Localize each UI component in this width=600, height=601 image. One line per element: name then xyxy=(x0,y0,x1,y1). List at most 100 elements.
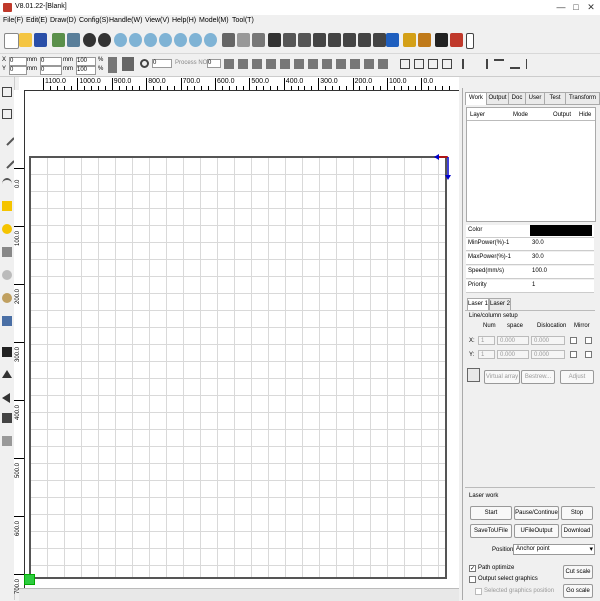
zoom-out-icon[interactable] xyxy=(129,33,142,47)
array-y-mirror-v-check[interactable] xyxy=(585,351,592,358)
align-vcenter-icon[interactable] xyxy=(378,59,388,69)
tab-transform[interactable]: Transform xyxy=(565,92,600,105)
array-x-space[interactable]: 0.000 xyxy=(497,336,529,345)
same-width-icon[interactable] xyxy=(252,59,262,69)
export-icon[interactable] xyxy=(67,33,80,47)
redo-icon[interactable] xyxy=(98,33,111,47)
array-y-mirror-h-check[interactable] xyxy=(570,351,577,358)
light-icon[interactable] xyxy=(403,33,416,47)
draw-line-icon[interactable] xyxy=(450,33,463,47)
corner-top-right-icon[interactable] xyxy=(414,59,424,69)
corner-bottom-right-icon[interactable] xyxy=(442,59,452,69)
speed-value[interactable]: 100.0 xyxy=(530,266,592,277)
array-y-dislocation[interactable]: 0.000 xyxy=(531,350,565,359)
distribute-v-icon[interactable] xyxy=(238,59,248,69)
polyline-tool-icon[interactable] xyxy=(0,153,15,169)
zoom-in-icon[interactable] xyxy=(114,33,127,47)
horizontal-scrollbar[interactable] xyxy=(19,588,459,601)
maxpower-value[interactable]: 30.0 xyxy=(530,252,592,263)
line-tool-icon[interactable] xyxy=(0,130,15,146)
ellipse-tool-icon[interactable] xyxy=(2,224,12,234)
y-input[interactable]: 0 xyxy=(9,66,27,75)
lock-ratio-icon[interactable] xyxy=(108,57,117,73)
position-select[interactable]: Anchor point ▾ xyxy=(513,544,595,555)
corner-top-left-icon[interactable] xyxy=(400,59,410,69)
layer-table[interactable]: Layer Mode Output Hide xyxy=(466,107,596,222)
zoom-select-icon[interactable] xyxy=(159,33,172,47)
corner-bottom-left-icon[interactable] xyxy=(428,59,438,69)
mirror-v-icon[interactable] xyxy=(358,33,371,47)
menu-config[interactable]: Config(S) xyxy=(79,17,109,24)
pause-continue-button[interactable]: Pause/Continue xyxy=(514,506,559,520)
align-right-icon[interactable] xyxy=(322,59,332,69)
flip-up-icon[interactable] xyxy=(2,370,12,378)
ungroup-icon[interactable] xyxy=(328,33,341,47)
pan-icon[interactable] xyxy=(204,33,217,47)
ruler-icon[interactable] xyxy=(466,33,474,49)
align-top-icon[interactable] xyxy=(336,59,346,69)
array-x-num[interactable]: 1 xyxy=(478,336,495,345)
menu-view[interactable]: View(V) xyxy=(145,17,169,24)
height-input[interactable]: 0 xyxy=(40,66,62,75)
array-x-mirror-v-check[interactable] xyxy=(585,337,592,344)
import-icon[interactable] xyxy=(52,33,65,47)
array-y-num[interactable]: 1 xyxy=(478,350,495,359)
tab-work[interactable]: Work xyxy=(465,92,487,105)
close-button[interactable]: ✕ xyxy=(584,2,598,12)
point-tool-icon[interactable] xyxy=(2,270,12,280)
go-scale-button[interactable]: Go scale xyxy=(563,584,593,598)
download-button[interactable]: Download xyxy=(561,524,593,538)
stop-button[interactable]: Stop xyxy=(561,506,593,520)
minimize-button[interactable]: — xyxy=(554,2,568,12)
align-to-right-icon[interactable] xyxy=(478,59,488,69)
save-to-ufile-button[interactable]: SaveToUFile xyxy=(470,524,512,538)
distribute-h-icon[interactable] xyxy=(224,59,234,69)
array-grid-icon[interactable] xyxy=(467,368,480,382)
array-x-dislocation[interactable]: 0.000 xyxy=(531,336,565,345)
align-to-bottom-icon[interactable] xyxy=(510,59,520,69)
pen-icon[interactable] xyxy=(252,33,265,47)
zoom-page-icon[interactable] xyxy=(144,33,157,47)
scale-y-input[interactable]: 100 xyxy=(76,66,96,75)
text-tool-icon[interactable] xyxy=(2,247,12,257)
save-icon[interactable] xyxy=(34,33,47,47)
menu-draw[interactable]: Draw(D) xyxy=(50,17,76,24)
path-optimize-checkbox[interactable]: ✓ xyxy=(469,565,476,572)
undo-icon[interactable] xyxy=(83,33,96,47)
tab-user[interactable]: User xyxy=(525,92,545,105)
tab-output[interactable]: Output xyxy=(486,92,509,105)
color-swatch[interactable] xyxy=(530,225,592,236)
rectangle-tool-icon[interactable] xyxy=(2,201,12,211)
scale-x-input[interactable]: 100 xyxy=(76,57,96,66)
adjust-button[interactable]: Adjust xyxy=(560,370,594,384)
node-icon[interactable] xyxy=(237,33,250,47)
virtual-array-button[interactable]: Virtual array xyxy=(484,370,520,384)
zoom-all-icon[interactable] xyxy=(174,33,187,47)
work-area-grid[interactable] xyxy=(29,156,447,579)
group-icon[interactable] xyxy=(313,33,326,47)
align-hcenter-icon[interactable] xyxy=(364,59,374,69)
menu-handle[interactable]: Handle(W) xyxy=(109,17,142,24)
size-apply-icon[interactable] xyxy=(122,57,134,71)
minpower-value[interactable]: 30.0 xyxy=(530,238,592,249)
priority-value[interactable]: 1 xyxy=(530,280,592,291)
array-x-mirror-h-check[interactable] xyxy=(570,337,577,344)
ufile-output-button[interactable]: UFileOutput xyxy=(514,524,559,538)
array-tool-icon[interactable] xyxy=(2,413,12,423)
menu-file[interactable]: File(F) xyxy=(3,17,23,24)
align-icon[interactable] xyxy=(283,33,296,47)
width-input[interactable]: 0 xyxy=(40,57,62,66)
tab-doc[interactable]: Doc xyxy=(508,92,526,105)
align-center-icon[interactable] xyxy=(294,59,304,69)
process-no-input[interactable]: 0 xyxy=(207,59,221,68)
menu-edit[interactable]: Edit(E) xyxy=(26,17,47,24)
rotate-input[interactable]: 0 xyxy=(152,59,172,68)
select-arrow-icon[interactable] xyxy=(2,87,12,97)
array-y-space[interactable]: 0.000 xyxy=(497,350,529,359)
output-select-checkbox[interactable] xyxy=(469,576,476,583)
distribute-icon[interactable] xyxy=(298,33,311,47)
grid-tool-icon[interactable] xyxy=(2,436,12,446)
curve-tool-icon[interactable] xyxy=(2,178,12,190)
menu-help[interactable]: Help(H) xyxy=(172,17,196,24)
cut-scale-button[interactable]: Cut scale xyxy=(563,565,593,579)
